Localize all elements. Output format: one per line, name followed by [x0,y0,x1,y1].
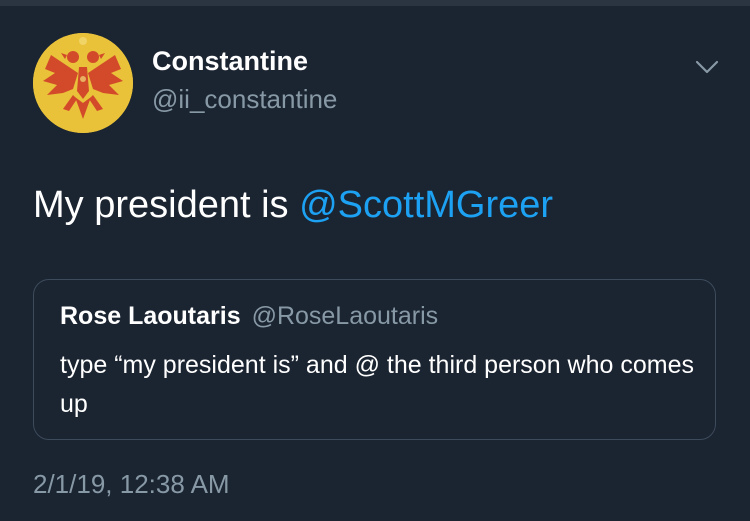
quoted-author-handle: @RoseLaoutaris [251,302,439,330]
chevron-down-icon [695,60,719,74]
mention-link[interactable]: @ScottMGreer [299,184,553,226]
tweet-timestamp[interactable]: 2/1/19, 12:38 AM [33,469,230,500]
author-display-name[interactable]: Constantine [152,46,308,77]
author-handle[interactable]: @ii_constantine [152,84,337,115]
quoted-tweet-text: type “my president is” and @ the third p… [60,351,694,418]
avatar[interactable] [33,33,133,133]
top-divider [0,0,750,6]
tweet-text: My president is @ScottMGreer [33,184,553,227]
quoted-tweet-header: Rose Laoutaris @RoseLaoutaris [60,302,438,331]
quoted-tweet-card[interactable]: Rose Laoutaris @RoseLaoutaris type “my p… [33,279,716,440]
double-headed-eagle-icon [33,33,133,133]
tweet-text-prefix: My president is [33,184,300,226]
quoted-author-name: Rose Laoutaris [60,302,241,330]
tweet-menu-button[interactable] [692,55,722,79]
